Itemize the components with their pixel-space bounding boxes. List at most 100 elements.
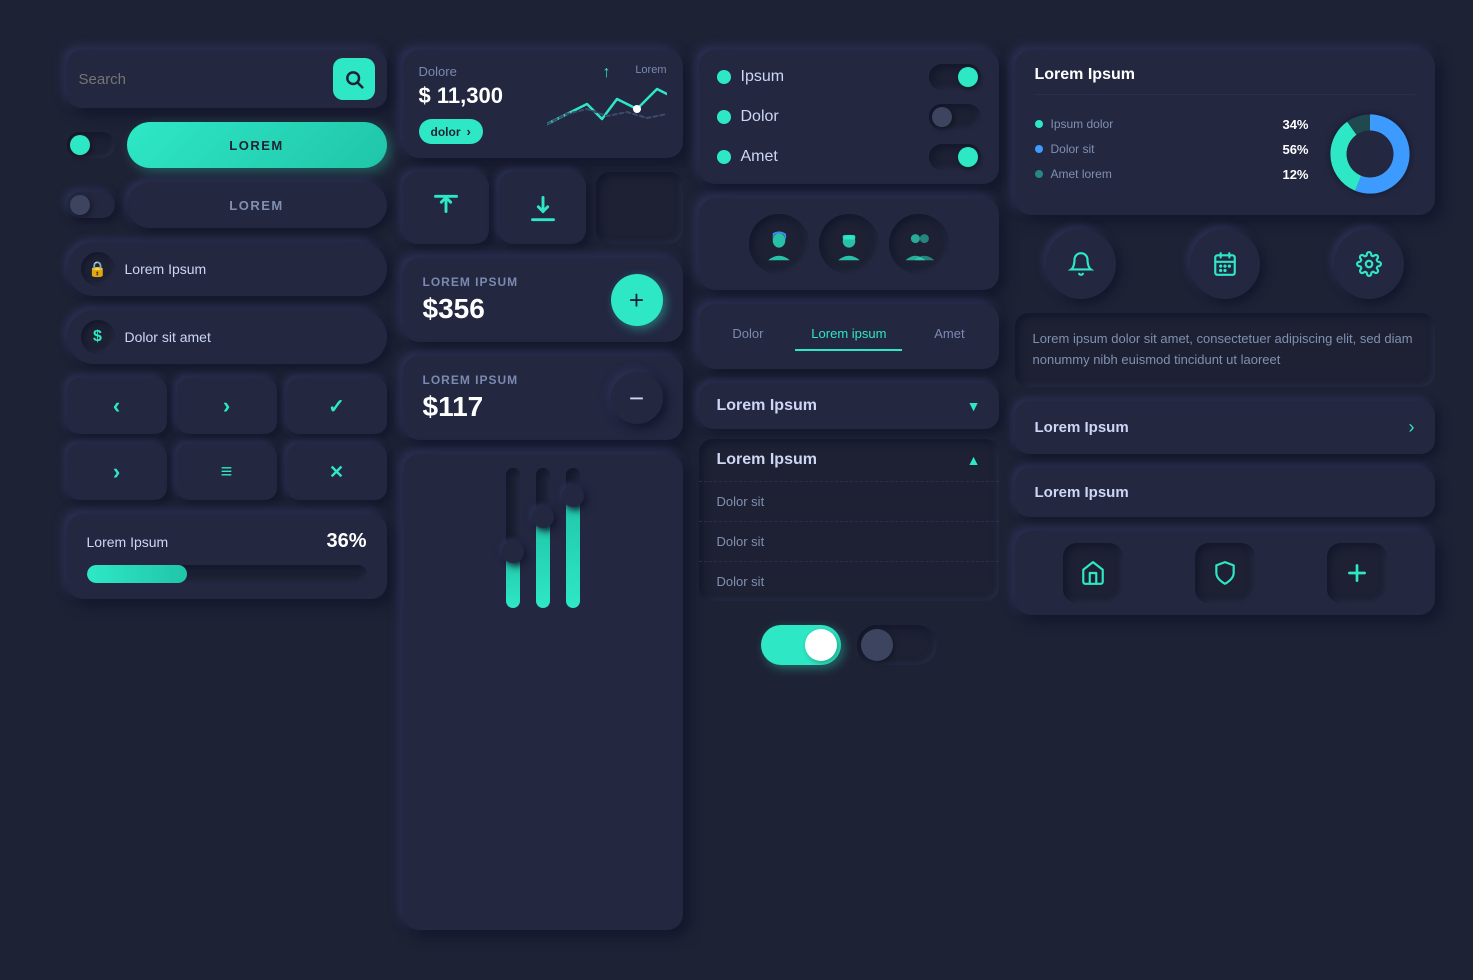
toggle-ipsum-knob: [958, 67, 978, 87]
dropdown-item-3[interactable]: Dolor sit: [699, 561, 999, 601]
primary-button[interactable]: LOREM: [127, 122, 387, 168]
list-item-1[interactable]: Lorem Ipsum ›: [1015, 401, 1435, 454]
slider-1-container: [506, 468, 520, 916]
toggle-switch-2[interactable]: [67, 192, 115, 218]
bell-button[interactable]: [1046, 229, 1116, 299]
avatar-2[interactable]: [819, 214, 879, 274]
bottom-toggles-row: [699, 615, 999, 675]
dropdown-item-1[interactable]: Dolor sit: [699, 481, 999, 521]
donut-chart-card: Lorem Ipsum Ipsum dolor 34% Dolor sit: [1015, 50, 1435, 215]
secondary-button[interactable]: LOREM: [127, 182, 387, 228]
column-3: Ipsum Dolor Amet: [699, 50, 999, 930]
icon-button-lock-label: Lorem Ipsum: [125, 261, 207, 277]
mini-chart-container: Lorem ↑: [547, 64, 667, 144]
column-2: Dolore $ 11,300 dolor › Lorem ↑: [403, 50, 683, 930]
legend-dot-2: [1035, 145, 1043, 153]
slider-fill-2: [536, 517, 550, 608]
download-button[interactable]: [499, 172, 586, 244]
avatar-1[interactable]: [749, 214, 809, 274]
dropdown-closed-arrow: ▼: [967, 398, 981, 414]
amount-btn-2[interactable]: −: [611, 372, 663, 424]
big-toggle-off[interactable]: [857, 625, 937, 665]
icon-button-lock[interactable]: 🔒 Lorem Ipsum: [67, 242, 387, 296]
text-card: Lorem ipsum dolor sit amet, consectetuer…: [1015, 313, 1435, 387]
stats-label: Dolore: [419, 64, 537, 79]
action-buttons-row: [403, 172, 683, 244]
calendar-button[interactable]: [1190, 229, 1260, 299]
amount-btn-1[interactable]: +: [611, 274, 663, 326]
toggle-knob-2: [70, 195, 90, 215]
stats-card: Dolore $ 11,300 dolor › Lorem ↑: [403, 50, 683, 158]
nav-btn-check[interactable]: ✓: [287, 378, 387, 434]
slider-3-container: [566, 468, 580, 916]
toggle-dolor[interactable]: [929, 104, 981, 130]
column-1: LOREM LOREM 🔒 Lorem Ipsum $ Dolor sit am…: [67, 50, 387, 930]
nav-btn-chevron-right-1[interactable]: ›: [177, 378, 277, 434]
big-toggle-on-knob: [805, 629, 837, 661]
dropdown-open-header[interactable]: Lorem Ipsum ▲: [699, 439, 999, 481]
dropdown-open-arrow: ▲: [967, 452, 981, 468]
legend-dot-1: [1035, 120, 1043, 128]
big-toggle-off-knob: [861, 629, 893, 661]
nav-home-button[interactable]: [1063, 543, 1123, 603]
nav-plus-button[interactable]: [1327, 543, 1387, 603]
nav-btn-menu[interactable]: ≡: [177, 444, 277, 500]
amount-label-2: LOREM IPSUM: [423, 373, 519, 387]
legend-pct-2: 56%: [1282, 142, 1308, 157]
amount-label-1: LOREM IPSUM: [423, 275, 519, 289]
tab-lorem-ipsum[interactable]: Lorem ipsum: [795, 318, 902, 351]
avatars-card: [699, 198, 999, 290]
list-item-2-label: Lorem Ipsum: [1035, 484, 1129, 501]
stats-tag-arrow: ›: [467, 124, 471, 139]
list-item-2[interactable]: Lorem Ipsum: [1015, 468, 1435, 517]
slider-2-container: [536, 468, 550, 916]
list-item-1-label: Lorem Ipsum: [1035, 419, 1129, 436]
nav-shield-button[interactable]: [1195, 543, 1255, 603]
icon-button-dollar-label: Dolor sit amet: [125, 329, 211, 345]
placeholder-button[interactable]: [596, 172, 683, 244]
dot-amet: [717, 150, 731, 164]
dropdown-closed-label: Lorem Ipsum: [717, 397, 817, 415]
dropdown-item-2[interactable]: Dolor sit: [699, 521, 999, 561]
progress-fill: [87, 565, 188, 583]
slider-knob-2: [532, 506, 554, 528]
amount-value-1: $356: [423, 293, 519, 325]
slider-track-2[interactable]: [536, 468, 550, 608]
mini-chart-svg: [547, 74, 667, 134]
icon-row: [1015, 229, 1435, 299]
tab-amet[interactable]: Amet: [918, 318, 980, 351]
upload-button[interactable]: [403, 172, 490, 244]
toggle-item-amet: Amet: [717, 144, 981, 170]
stats-tag[interactable]: dolor ›: [419, 119, 483, 144]
nav-btn-chevron-right-2[interactable]: ›: [67, 444, 167, 500]
slider-fill-3: [566, 496, 580, 608]
list-item-1-arrow: ›: [1409, 417, 1415, 438]
nav-grid: ‹ › ✓ › ≡ ✕: [67, 378, 387, 500]
progress-label: Lorem Ipsum: [87, 534, 169, 550]
progress-card: Lorem Ipsum 36%: [67, 514, 387, 599]
toggle-amet[interactable]: [929, 144, 981, 170]
toggle-switch-1[interactable]: [67, 132, 115, 158]
search-input[interactable]: [79, 71, 333, 88]
slider-track-3[interactable]: [566, 468, 580, 608]
toggle-dolor-knob: [932, 107, 952, 127]
gear-button[interactable]: [1334, 229, 1404, 299]
icon-button-dollar[interactable]: $ Dolor sit amet: [67, 310, 387, 364]
stats-tag-text: dolor: [431, 125, 461, 139]
legend-label-3: Amet lorem: [1051, 167, 1112, 181]
donut-svg: [1325, 109, 1415, 199]
dropdown-closed[interactable]: Lorem Ipsum ▼: [699, 383, 999, 429]
dollar-icon: $: [81, 320, 115, 354]
toggle-secondary-row: LOREM: [67, 182, 387, 228]
slider-track-1[interactable]: [506, 468, 520, 608]
toggle-ipsum[interactable]: [929, 64, 981, 90]
legend-item-2: Dolor sit 56%: [1035, 142, 1309, 157]
search-button[interactable]: [333, 58, 375, 100]
nav-btn-close[interactable]: ✕: [287, 444, 387, 500]
legend-pct-1: 34%: [1282, 117, 1308, 132]
lock-icon: 🔒: [81, 252, 115, 286]
big-toggle-on[interactable]: [761, 625, 841, 665]
nav-btn-chevron-left[interactable]: ‹: [67, 378, 167, 434]
tab-dolor[interactable]: Dolor: [716, 318, 779, 351]
avatar-3[interactable]: [889, 214, 949, 274]
